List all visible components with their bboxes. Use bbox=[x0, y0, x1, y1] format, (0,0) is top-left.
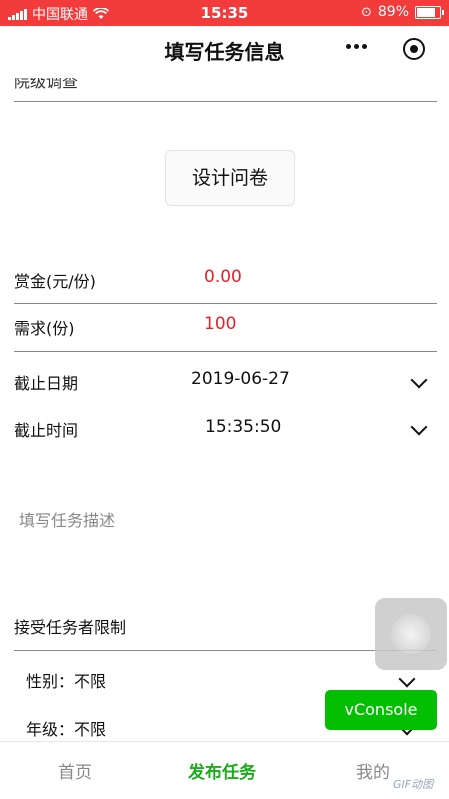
deadline-date-label: 截止日期 bbox=[14, 374, 79, 393]
gif-watermark: GIF动图 bbox=[393, 778, 434, 791]
grade-value: 不限 bbox=[74, 720, 107, 739]
gender-restriction[interactable]: 性别：不限 bbox=[26, 668, 106, 692]
tab-home[interactable]: 首页 bbox=[58, 758, 92, 783]
chevron-down-icon[interactable] bbox=[410, 371, 428, 389]
tab-publish-task[interactable]: 发布任务 bbox=[188, 758, 256, 783]
deadline-time-label: 截止时间 bbox=[14, 421, 79, 440]
restriction-title: 接受任务者限制 bbox=[14, 618, 127, 637]
quota-label: 需求(份) bbox=[14, 319, 75, 338]
chevron-down-icon[interactable] bbox=[410, 418, 428, 436]
divider bbox=[14, 351, 437, 352]
status-bar: 中国联通 15:35 ⊙ 89% bbox=[0, 0, 449, 26]
design-questionnaire-button[interactable]: 设计问卷 bbox=[165, 150, 295, 206]
close-miniprogram-icon[interactable] bbox=[403, 38, 425, 60]
gender-label: 性别： bbox=[26, 672, 75, 691]
status-right: ⊙ 89% bbox=[360, 4, 444, 20]
grade-label: 年级： bbox=[26, 720, 75, 739]
deadline-date-picker[interactable]: 2019-06-27 bbox=[191, 369, 290, 389]
battery-fill bbox=[417, 7, 435, 17]
nav-bar: 填写任务信息 bbox=[0, 26, 449, 72]
reward-input[interactable]: 0.00 bbox=[204, 267, 242, 287]
reward-label: 赏金(元/份) bbox=[14, 272, 96, 291]
divider bbox=[14, 101, 437, 102]
battery-icon bbox=[415, 5, 444, 19]
quota-input[interactable]: 100 bbox=[204, 314, 236, 334]
tab-mine[interactable]: 我的 bbox=[356, 758, 390, 783]
assistive-touch-button[interactable] bbox=[375, 598, 447, 670]
divider bbox=[14, 650, 437, 651]
chevron-down-icon[interactable] bbox=[398, 670, 416, 688]
divider bbox=[14, 303, 437, 304]
page-title: 填写任务信息 bbox=[164, 40, 285, 64]
vconsole-button[interactable]: vConsole bbox=[325, 690, 437, 730]
battery-percent: 89% bbox=[377, 4, 409, 20]
deadline-time-picker[interactable]: 15:35:50 bbox=[205, 417, 281, 437]
tab-bar: 首页 发布任务 我的 bbox=[0, 741, 449, 799]
more-options-icon[interactable] bbox=[346, 44, 367, 49]
gender-value: 不限 bbox=[74, 672, 107, 691]
lock-rotation-icon: ⊙ bbox=[360, 4, 372, 20]
grade-restriction[interactable]: 年级：不限 bbox=[26, 716, 106, 740]
task-description-input[interactable]: 填写任务描述 bbox=[19, 507, 115, 531]
